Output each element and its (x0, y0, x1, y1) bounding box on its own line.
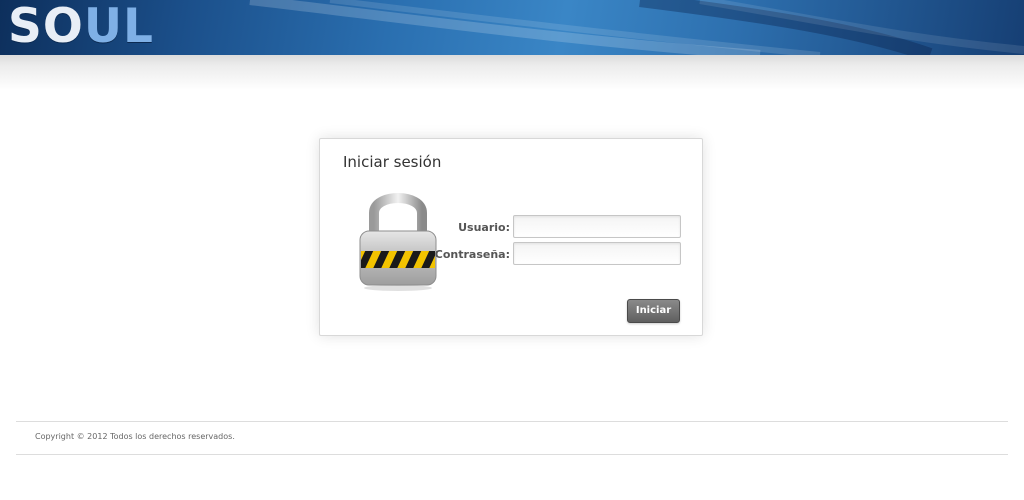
logo-text-part2: UL (83, 0, 154, 54)
header-shadow (0, 55, 1024, 90)
username-label: Usuario: (458, 221, 510, 234)
header-banner: SOUL (0, 0, 1024, 55)
copyright-text: Copyright © 2012 Todos los derechos rese… (35, 432, 235, 441)
login-submit-button[interactable]: Iniciar (627, 299, 680, 323)
app-logo[interactable]: SOUL (8, 2, 154, 52)
padlock-icon (359, 193, 437, 291)
password-label: Contraseña: (434, 248, 510, 261)
logo-text-part1: SO (8, 0, 84, 54)
footer-divider-bottom (16, 454, 1008, 455)
username-input[interactable] (513, 215, 681, 238)
footer-divider-top (16, 421, 1008, 422)
login-title: Iniciar sesión (343, 153, 442, 171)
password-input[interactable] (513, 242, 681, 265)
login-panel: Iniciar sesión Usuario: Contraseña: Inic… (319, 138, 703, 336)
